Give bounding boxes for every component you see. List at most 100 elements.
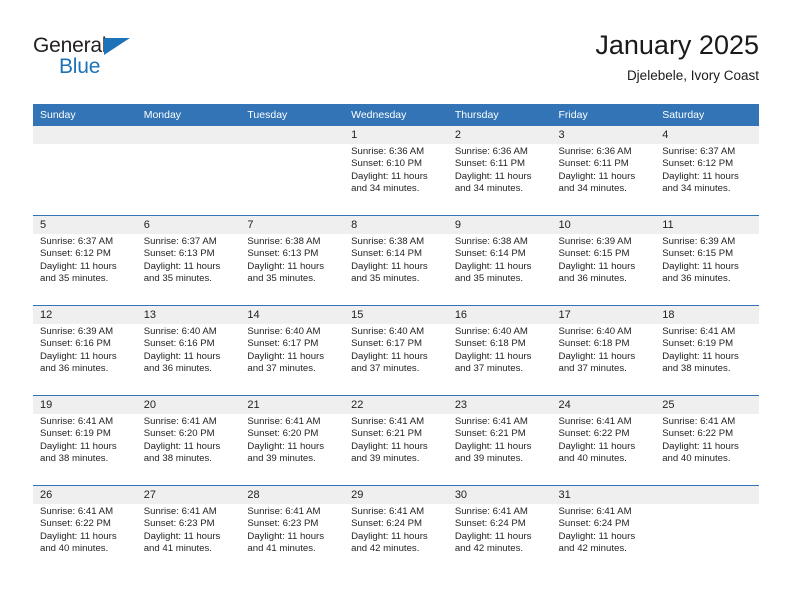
day-number[interactable]: 14 (240, 305, 345, 324)
day-detail-line: Sunset: 6:22 PM (558, 428, 630, 440)
day-cell[interactable]: Sunrise: 6:41 AM Sunset: 6:20 PM Daylight:… (136, 414, 241, 486)
day-detail-line: Daylight: 11 hours (351, 170, 428, 182)
day-number[interactable]: 19 (33, 395, 137, 414)
day-cell[interactable]: Sunrise: 6:40 AM Sunset: 6:18 PM Daylight:… (551, 324, 656, 396)
day-number[interactable]: 7 (240, 215, 345, 234)
day-number[interactable]: 11 (655, 215, 759, 234)
day-cell[interactable]: Sunrise: 6:41 AM Sunset: 6:19 PM Daylight:… (655, 324, 759, 396)
day-number[interactable]: 25 (655, 395, 759, 414)
day-number[interactable]: 10 (551, 215, 656, 234)
calendar-week-details: Sunrise: 6:39 AM Sunset: 6:16 PM Daylight:… (33, 324, 759, 396)
day-detail-line: Daylight: 11 hours (351, 440, 428, 452)
day-detail-line: Sunrise: 6:38 AM (351, 236, 425, 247)
day-cell[interactable]: Sunrise: 6:40 AM Sunset: 6:16 PM Daylight:… (136, 324, 241, 396)
day-cell[interactable]: Sunrise: 6:41 AM Sunset: 6:24 PM Daylight:… (447, 504, 552, 575)
day-number[interactable]: 30 (447, 485, 552, 504)
page-header: General Blue January 2025 Djelebele, Ivo… (33, 28, 759, 98)
calendar-page: General Blue January 2025 Djelebele, Ivo… (0, 0, 792, 612)
day-cell-empty (655, 504, 759, 575)
day-detail-line: Sunset: 6:21 PM (351, 428, 423, 440)
day-number[interactable]: 16 (447, 305, 552, 324)
day-detail-line: Daylight: 11 hours (351, 530, 428, 542)
day-number[interactable]: 17 (551, 305, 656, 324)
day-detail-line: Daylight: 11 hours (143, 260, 221, 272)
calendar-week-daynumbers: 1234 (33, 126, 759, 144)
day-number-empty (655, 485, 759, 504)
day-number[interactable]: 8 (344, 215, 448, 234)
day-detail-line: Sunrise: 6:40 AM (454, 326, 528, 337)
day-detail-line: Sunset: 6:24 PM (558, 518, 630, 530)
day-number[interactable]: 12 (33, 305, 137, 324)
day-number[interactable]: 29 (344, 485, 448, 504)
day-cell[interactable]: Sunrise: 6:41 AM Sunset: 6:23 PM Daylight:… (240, 504, 345, 575)
day-cell[interactable]: Sunrise: 6:41 AM Sunset: 6:23 PM Daylight:… (136, 504, 241, 575)
weekday-header-saturday: Saturday (655, 104, 759, 126)
day-cell[interactable]: Sunrise: 6:39 AM Sunset: 6:16 PM Daylight:… (33, 324, 137, 396)
day-cell[interactable]: Sunrise: 6:38 AM Sunset: 6:13 PM Daylight:… (240, 234, 345, 306)
day-detail-line: Sunrise: 6:36 AM (351, 146, 425, 157)
day-number[interactable]: 3 (551, 126, 656, 144)
day-cell[interactable]: Sunrise: 6:36 AM Sunset: 6:10 PM Daylight:… (344, 144, 448, 216)
day-number[interactable]: 22 (344, 395, 448, 414)
day-cell[interactable]: Sunrise: 6:39 AM Sunset: 6:15 PM Daylight:… (655, 234, 759, 306)
day-number[interactable]: 26 (33, 485, 137, 504)
day-cell[interactable]: Sunrise: 6:36 AM Sunset: 6:11 PM Daylight:… (447, 144, 552, 216)
day-detail-line: Sunrise: 6:36 AM (558, 146, 632, 157)
day-number[interactable]: 2 (447, 126, 552, 144)
day-cell[interactable]: Sunrise: 6:37 AM Sunset: 6:13 PM Daylight:… (136, 234, 241, 306)
day-number[interactable]: 24 (551, 395, 656, 414)
day-detail-line: and 40 minutes. (558, 453, 627, 465)
day-detail-line: Sunset: 6:17 PM (247, 338, 319, 350)
day-cell[interactable]: Sunrise: 6:37 AM Sunset: 6:12 PM Daylight:… (33, 234, 137, 306)
day-detail-line: and 41 minutes. (143, 543, 212, 555)
day-cell[interactable]: Sunrise: 6:41 AM Sunset: 6:20 PM Daylight:… (240, 414, 345, 486)
day-cell[interactable]: Sunrise: 6:41 AM Sunset: 6:22 PM Daylight:… (655, 414, 759, 486)
day-detail-line: and 37 minutes. (351, 363, 420, 375)
day-cell[interactable]: Sunrise: 6:39 AM Sunset: 6:15 PM Daylight:… (551, 234, 656, 306)
day-number[interactable]: 21 (240, 395, 345, 414)
day-cell[interactable]: Sunrise: 6:41 AM Sunset: 6:24 PM Daylight:… (551, 504, 656, 575)
day-detail-line: and 36 minutes. (40, 363, 109, 375)
day-cell[interactable]: Sunrise: 6:41 AM Sunset: 6:19 PM Daylight:… (33, 414, 137, 486)
day-cell[interactable]: Sunrise: 6:38 AM Sunset: 6:14 PM Daylight:… (447, 234, 552, 306)
day-number[interactable]: 4 (655, 126, 759, 144)
weekday-header-tuesday: Tuesday (240, 104, 345, 126)
day-cell[interactable]: Sunrise: 6:41 AM Sunset: 6:21 PM Daylight:… (447, 414, 552, 486)
day-number[interactable]: 28 (240, 485, 345, 504)
day-cell[interactable]: Sunrise: 6:38 AM Sunset: 6:14 PM Daylight:… (344, 234, 448, 306)
day-number[interactable]: 5 (33, 215, 137, 234)
day-number[interactable]: 23 (447, 395, 552, 414)
day-detail-line: Sunrise: 6:39 AM (558, 236, 632, 247)
day-cell[interactable]: Sunrise: 6:40 AM Sunset: 6:17 PM Daylight:… (344, 324, 448, 396)
day-number[interactable]: 20 (136, 395, 241, 414)
day-cell[interactable]: Sunrise: 6:41 AM Sunset: 6:21 PM Daylight:… (344, 414, 448, 486)
day-number[interactable]: 13 (136, 305, 241, 324)
day-cell[interactable]: Sunrise: 6:40 AM Sunset: 6:18 PM Daylight:… (447, 324, 552, 396)
day-detail-line: and 38 minutes. (143, 453, 212, 465)
day-detail-line: Daylight: 11 hours (247, 530, 325, 542)
day-cell[interactable]: Sunrise: 6:37 AM Sunset: 6:12 PM Daylight:… (655, 144, 759, 216)
day-cell[interactable]: Sunrise: 6:41 AM Sunset: 6:22 PM Daylight:… (33, 504, 137, 575)
day-detail-line: Sunrise: 6:36 AM (454, 146, 528, 157)
day-number[interactable]: 18 (655, 305, 759, 324)
day-detail-line: Daylight: 11 hours (247, 260, 325, 272)
day-number[interactable]: 9 (447, 215, 552, 234)
day-number[interactable]: 27 (136, 485, 241, 504)
day-number[interactable]: 15 (344, 305, 448, 324)
day-detail-line: Sunset: 6:24 PM (454, 518, 526, 530)
day-detail-line: and 35 minutes. (351, 273, 420, 285)
day-number-empty (136, 126, 241, 144)
day-cell[interactable]: Sunrise: 6:40 AM Sunset: 6:17 PM Daylight:… (240, 324, 345, 396)
day-cell[interactable]: Sunrise: 6:41 AM Sunset: 6:24 PM Daylight:… (344, 504, 448, 575)
day-detail-line: Sunrise: 6:37 AM (143, 236, 217, 247)
calendar-grid: Sunday Monday Tuesday Wednesday Thursday… (33, 104, 759, 575)
day-cell[interactable]: Sunrise: 6:36 AM Sunset: 6:11 PM Daylight:… (551, 144, 656, 216)
day-number[interactable]: 1 (344, 126, 448, 144)
logo-triangle-icon (104, 38, 130, 55)
day-detail-line: Daylight: 11 hours (454, 170, 532, 182)
day-number[interactable]: 31 (551, 485, 656, 504)
day-detail-line: Sunset: 6:12 PM (40, 248, 111, 260)
day-number[interactable]: 6 (136, 215, 241, 234)
day-detail-line: Sunset: 6:11 PM (558, 158, 629, 170)
day-cell[interactable]: Sunrise: 6:41 AM Sunset: 6:22 PM Daylight:… (551, 414, 656, 486)
